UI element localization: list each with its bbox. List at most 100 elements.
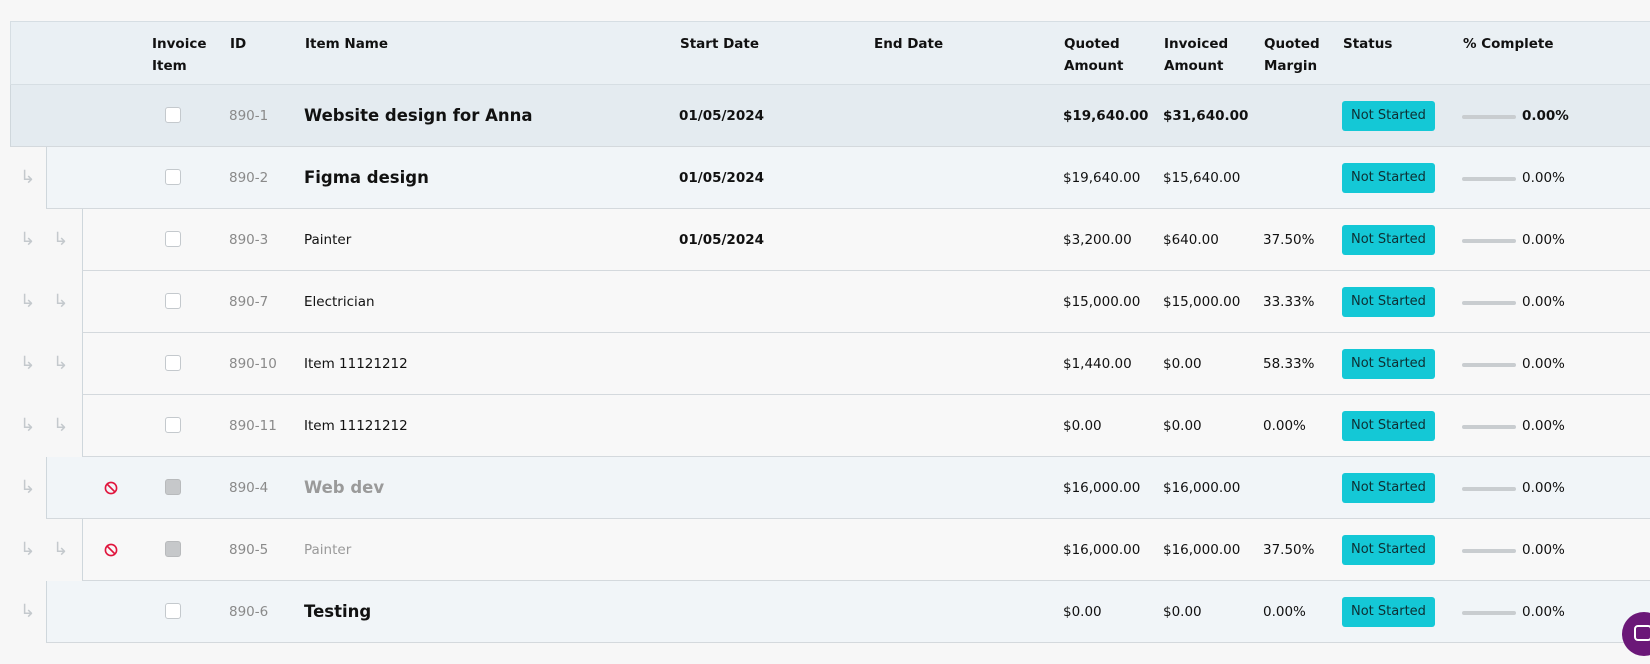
invoiced-amount: $31,640.00 xyxy=(1163,108,1249,124)
table-row[interactable]: ↳ ↳ 890-10 Item 11121212 $1,440.00 $0.00 58.33… xyxy=(10,333,1650,395)
table-row[interactable]: ↳ ↳ 890-3 Painter 01/05/2024 $3,200.00 $640.00… xyxy=(10,209,1650,271)
status-badge[interactable]: Not Started xyxy=(1342,535,1435,565)
item-id: 890-5 xyxy=(229,542,269,558)
quoted-amount: $3,200.00 xyxy=(1063,232,1132,248)
col-item-name[interactable]: Item Name xyxy=(305,33,388,55)
table-row[interactable]: ↳ 890-4 Web dev $16,000.00 $16,000.00 Not Sta… xyxy=(10,457,1650,519)
subdirectory-arrow-icon: ↳ xyxy=(20,229,36,250)
item-id: 890-7 xyxy=(229,294,269,310)
invoice-item-checkbox[interactable] xyxy=(165,355,181,371)
progress-bar xyxy=(1462,487,1516,491)
percent-complete: 0.00% xyxy=(1522,170,1565,186)
percent-complete: 0.00% xyxy=(1522,108,1569,124)
item-name[interactable]: Figma design xyxy=(304,147,429,209)
quoted-amount: $16,000.00 xyxy=(1063,480,1141,496)
invoice-item-checkbox xyxy=(165,541,181,557)
item-name[interactable]: Item 11121212 xyxy=(304,395,408,457)
quoted-margin: 37.50% xyxy=(1263,542,1315,558)
quoted-amount: $19,640.00 xyxy=(1063,108,1149,124)
quoted-amount: $1,440.00 xyxy=(1063,356,1132,372)
item-name[interactable]: Painter xyxy=(304,519,351,581)
quoted-amount: $15,000.00 xyxy=(1063,294,1141,310)
ban-icon xyxy=(104,480,118,495)
status-badge[interactable]: Not Started xyxy=(1342,597,1435,627)
items-table: Invoice Item ID Item Name Start Date End… xyxy=(10,21,1650,643)
invoice-item-checkbox xyxy=(165,479,181,495)
item-name[interactable]: Electrician xyxy=(304,271,375,333)
col-end-date[interactable]: End Date xyxy=(874,33,943,55)
invoiced-amount: $15,640.00 xyxy=(1163,170,1241,186)
progress-bar xyxy=(1462,425,1516,429)
subdirectory-arrow-icon: ↳ xyxy=(20,167,36,188)
item-id: 890-2 xyxy=(229,170,269,186)
table-header: Invoice Item ID Item Name Start Date End… xyxy=(10,21,1650,85)
item-name[interactable]: Item 11121212 xyxy=(304,333,408,395)
invoice-item-checkbox[interactable] xyxy=(165,231,181,247)
status-badge[interactable]: Not Started xyxy=(1342,411,1435,441)
item-name[interactable]: Website design for Anna xyxy=(304,85,533,147)
progress-bar xyxy=(1462,549,1516,553)
item-id: 890-10 xyxy=(229,356,277,372)
invoice-item-checkbox[interactable] xyxy=(165,169,181,185)
quoted-amount: $16,000.00 xyxy=(1063,542,1141,558)
status-badge[interactable]: Not Started xyxy=(1342,473,1435,503)
col-invoice-item[interactable]: Invoice Item xyxy=(152,33,212,77)
invoiced-amount: $16,000.00 xyxy=(1163,480,1241,496)
table-row[interactable]: ↳ ↳ 890-7 Electrician $15,000.00 $15,000.00 33… xyxy=(10,271,1650,333)
col-pct-complete[interactable]: % Complete xyxy=(1463,33,1554,55)
invoice-item-checkbox[interactable] xyxy=(165,603,181,619)
percent-complete: 0.00% xyxy=(1522,542,1565,558)
item-name[interactable]: Web dev xyxy=(304,457,384,519)
subdirectory-arrow-icon: ↳ xyxy=(20,539,36,560)
invoice-item-checkbox[interactable] xyxy=(165,107,181,123)
table-row[interactable]: ↳ ↳ 890-5 Painter $16,000.00 $16,000.00 37.50%… xyxy=(10,519,1650,581)
progress-bar xyxy=(1462,301,1516,305)
subdirectory-arrow-icon: ↳ xyxy=(20,353,36,374)
col-invoiced-amount[interactable]: Invoiced Amount xyxy=(1164,33,1236,77)
item-name[interactable]: Testing xyxy=(304,581,371,643)
percent-complete: 0.00% xyxy=(1522,232,1565,248)
invoiced-amount: $16,000.00 xyxy=(1163,542,1241,558)
progress-bar xyxy=(1462,115,1516,119)
subdirectory-arrow-icon: ↳ xyxy=(53,415,69,436)
item-name[interactable]: Painter xyxy=(304,209,351,271)
col-quoted-amount[interactable]: Quoted Amount xyxy=(1064,33,1134,77)
invoiced-amount: $0.00 xyxy=(1163,418,1202,434)
invoice-item-checkbox[interactable] xyxy=(165,293,181,309)
item-id: 890-3 xyxy=(229,232,269,248)
subdirectory-arrow-icon: ↳ xyxy=(20,477,36,498)
percent-complete: 0.00% xyxy=(1522,356,1565,372)
status-badge[interactable]: Not Started xyxy=(1342,287,1435,317)
subdirectory-arrow-icon: ↳ xyxy=(53,291,69,312)
progress-bar xyxy=(1462,611,1516,615)
col-status[interactable]: Status xyxy=(1343,33,1392,55)
progress-bar xyxy=(1462,239,1516,243)
percent-complete: 0.00% xyxy=(1522,604,1565,620)
ban-icon xyxy=(104,542,118,557)
status-badge[interactable]: Not Started xyxy=(1342,163,1435,193)
col-id[interactable]: ID xyxy=(230,33,246,55)
invoiced-amount: $640.00 xyxy=(1163,232,1219,248)
subdirectory-arrow-icon: ↳ xyxy=(20,601,36,622)
table-body: 890-1 Website design for Anna 01/05/2024 $1… xyxy=(10,85,1650,643)
subdirectory-arrow-icon: ↳ xyxy=(53,539,69,560)
status-badge[interactable]: Not Started xyxy=(1342,101,1435,131)
table-row[interactable]: ↳ ↳ 890-11 Item 11121212 $0.00 $0.00 0.00% Not … xyxy=(10,395,1650,457)
item-id: 890-4 xyxy=(229,480,269,496)
quoted-amount: $0.00 xyxy=(1063,604,1102,620)
status-badge[interactable]: Not Started xyxy=(1342,225,1435,255)
status-badge[interactable]: Not Started xyxy=(1342,349,1435,379)
invoiced-amount: $0.00 xyxy=(1163,356,1202,372)
subdirectory-arrow-icon: ↳ xyxy=(20,291,36,312)
table-row[interactable]: ↳ 890-2 Figma design 01/05/2024 $19,640.00 $1… xyxy=(10,147,1650,209)
table-row[interactable]: 890-1 Website design for Anna 01/05/2024 $1… xyxy=(10,85,1650,147)
quoted-margin: 37.50% xyxy=(1263,232,1315,248)
col-quoted-margin[interactable]: Quoted Margin xyxy=(1264,33,1324,77)
invoice-item-checkbox[interactable] xyxy=(165,417,181,433)
table-row[interactable]: ↳ 890-6 Testing $0.00 $0.00 0.00% Not Started 0… xyxy=(10,581,1650,643)
progress-bar xyxy=(1462,363,1516,367)
quoted-amount: $0.00 xyxy=(1063,418,1102,434)
item-id: 890-11 xyxy=(229,418,277,434)
col-start-date[interactable]: Start Date xyxy=(680,33,759,55)
subdirectory-arrow-icon: ↳ xyxy=(53,229,69,250)
